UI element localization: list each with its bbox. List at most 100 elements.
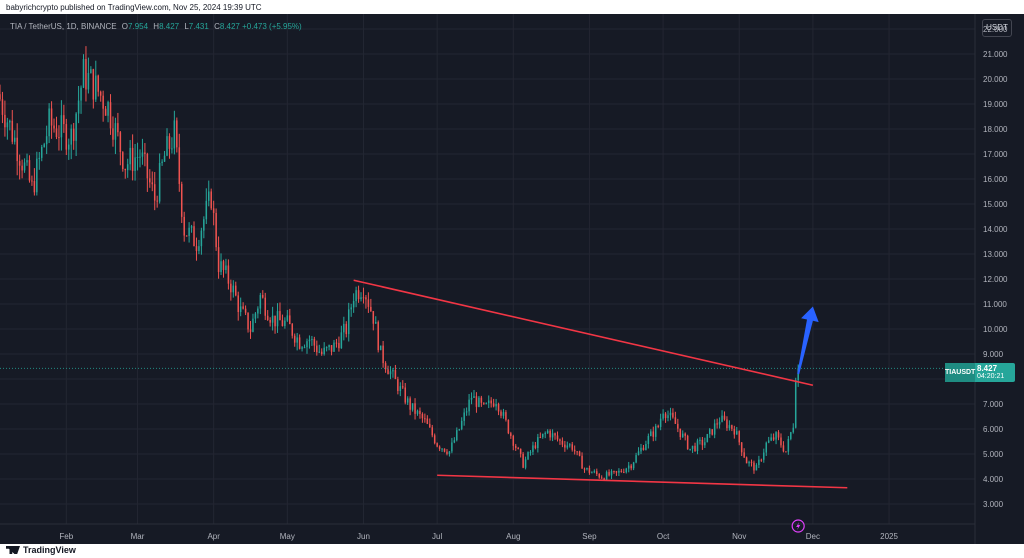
candle-body [95,75,97,100]
candle-body [345,323,348,335]
candle-body [569,444,571,446]
candle-body [183,216,185,236]
candle-body [397,379,399,392]
candle-body [82,58,85,88]
candle-body [4,114,6,128]
candle-body [605,472,608,480]
candle-body [738,431,740,443]
candle-body [510,433,512,436]
candle-body [26,160,28,163]
candle-body [586,467,588,470]
time-tick-label: Oct [657,532,670,541]
candle-body [171,148,173,150]
currency-button[interactable]: USDT [982,19,1012,37]
candle-body [571,444,573,450]
price-tag-countdown: 04:20:21 [977,373,1005,380]
candle-body [367,299,370,307]
candle-body [220,261,222,273]
candle-body [772,437,775,440]
candle-body [731,425,733,429]
price-tag-price: 8.427 [977,364,998,373]
candle-body [23,162,26,171]
candle-body [72,128,75,141]
candle-body [279,311,281,321]
candle-body [640,447,642,452]
candle-body [347,309,350,335]
candle-body [55,128,58,138]
candle-body [500,411,502,416]
candle-body [711,429,713,435]
candle-body [259,295,262,309]
time-tick-label: Sep [582,532,597,541]
candle-body [765,442,768,453]
candle-body [775,432,777,440]
candle-body [158,162,161,202]
candle-body [691,445,694,449]
time-tick-label: Jun [357,532,370,541]
lower-trendline [437,474,848,489]
candle-body [593,471,596,473]
candle-body [114,123,117,140]
candle-body [650,431,652,437]
candle-body [613,471,615,473]
candle-body [36,158,38,193]
candle-body [578,451,581,456]
candle-body [254,313,257,319]
candle-body [610,471,613,476]
candle-body [176,120,178,148]
candle-body [161,161,163,163]
candle-body [316,345,318,353]
candle-body [382,345,384,364]
legend-change: +0.473 (+5.95%) [242,22,302,31]
candle-body [718,421,721,425]
candle-body [689,448,691,450]
candle-body [733,428,736,435]
candle-body [588,467,591,473]
candle-body [313,338,316,346]
tradingview-logo[interactable]: TradingView [6,545,76,555]
candle-body [537,437,539,449]
candle-body [748,461,750,464]
candle-body [436,443,438,447]
candle-body [446,451,448,454]
candle-body [180,183,183,217]
symbol-legend[interactable]: TIA / TetherUS, 1D, BINANCE O7.954 H8.42… [10,22,302,31]
candle-body [745,457,748,464]
candle-body [777,432,780,438]
candle-body [146,153,149,179]
chart-area[interactable]: 3.0004.0005.0006.0007.0008.0009.00010.00… [0,14,1024,544]
candle-body [6,122,9,128]
candle-body [573,449,576,452]
candle-body [242,306,244,309]
candle-body [635,455,637,463]
candle-body [576,451,578,453]
candle-body [289,315,291,325]
price-tick-label: 21.000 [983,50,1008,59]
candle-body [301,347,303,349]
candle-body [99,91,102,96]
candle-body [70,128,72,145]
price-axis: 3.0004.0005.0006.0007.0008.0009.00010.00… [974,14,1008,544]
candle-body [478,397,480,407]
candle-body [122,152,124,170]
candle-body [736,431,738,435]
candle-body [18,161,21,166]
legend-low: 7.431 [188,22,209,31]
price-tick-label: 19.000 [983,100,1008,109]
candle-body [487,400,490,404]
candle-body [753,462,755,471]
candle-body [291,324,294,336]
time-tick-label: Nov [732,532,746,541]
candle-body [507,419,510,434]
candle-body [492,403,495,407]
price-chart[interactable]: 3.0004.0005.0006.0007.0008.0009.00010.00… [0,14,1024,544]
candle-body [583,468,586,470]
price-tick-label: 15.000 [983,200,1008,209]
candle-body [252,318,254,332]
candle-body [686,435,689,450]
time-tick-label: May [280,532,295,541]
legend-symbol: TIA / TetherUS, 1D, BINANCE [10,22,117,31]
candle-body [527,452,529,460]
candle-body [16,137,18,162]
candle-body [163,155,166,162]
